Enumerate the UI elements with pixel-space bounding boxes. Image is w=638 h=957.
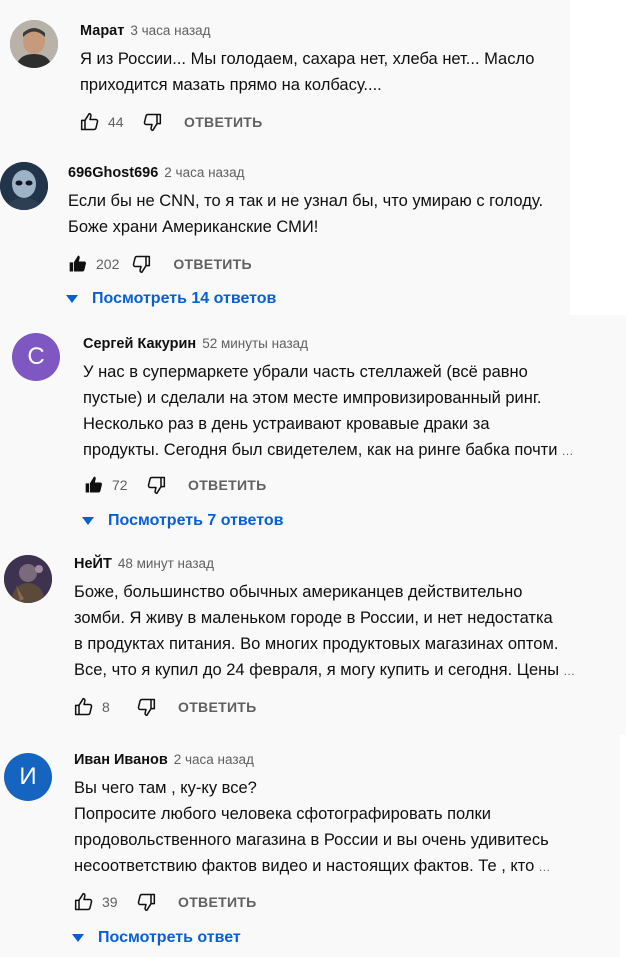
comment-timestamp[interactable]: 2 часа назад <box>164 165 244 180</box>
comment-author[interactable]: Сергей Какурин <box>83 336 196 352</box>
thumbs-up-icon <box>74 697 93 716</box>
avatar-letter: И <box>19 763 37 790</box>
dislike-button[interactable] <box>134 695 158 719</box>
comment-text-line: Попросите любого человека сфотографирова… <box>74 805 491 823</box>
avatar[interactable] <box>4 555 52 603</box>
like-button[interactable] <box>72 890 96 914</box>
comment-text-line: У нас в супермаркете убрали часть стелла… <box>83 363 528 381</box>
dislike-button[interactable] <box>129 252 153 276</box>
caret-down-icon <box>72 934 84 942</box>
thumbs-up-icon <box>80 112 99 131</box>
reply-button[interactable]: ОТВЕТИТЬ <box>173 256 252 272</box>
view-replies-label: Посмотреть ответ <box>98 929 241 946</box>
comment-text-line: в продуктах питания. Во многих продуктов… <box>74 635 559 653</box>
comment-text: У нас в супермаркете убрали часть стелла… <box>83 359 618 463</box>
read-more-ellipsis[interactable]: … <box>561 444 573 458</box>
avatar[interactable]: И <box>4 753 52 801</box>
comment-text-line: Боже храни Американские СМИ! <box>68 218 319 236</box>
comment-text-fragment: Все, что я купил до 24 февраля, я могу к… <box>74 661 560 679</box>
reply-button[interactable]: ОТВЕТИТЬ <box>178 699 257 715</box>
comment-author[interactable]: Иван Иванов <box>74 752 168 768</box>
avatar[interactable] <box>10 20 58 68</box>
comment-text: Боже, большинство обычных американцев де… <box>74 579 619 683</box>
like-button[interactable] <box>66 252 90 276</box>
avatar[interactable]: С <box>12 333 60 381</box>
comment-text-line: зомби. Я живу в маленьком городе в Росси… <box>74 609 553 627</box>
read-more-ellipsis[interactable]: … <box>563 664 575 678</box>
comment-text-line: Вы чего там , ку-ку все? <box>74 779 257 797</box>
comment-text-line: продовольственного магазина в России и в… <box>74 831 549 849</box>
comment-text-fragment: несоответствию фактов видео и настоящих … <box>74 857 535 875</box>
comment-actions: 8 ОТВЕТИТЬ <box>72 695 257 719</box>
comment-text-line: приходится мазать прямо на колбасу.... <box>80 76 382 94</box>
like-count: 8 <box>102 699 110 715</box>
reply-button[interactable]: ОТВЕТИТЬ <box>188 477 267 493</box>
view-replies-button[interactable]: Посмотреть ответ <box>72 929 241 947</box>
comment-text-line: Все, что я купил до 24 февраля, я могу к… <box>74 657 619 683</box>
comment-timestamp[interactable]: 52 минуты назад <box>202 336 308 351</box>
comment-text: Я из России... Мы голодаем, сахара нет, … <box>80 46 570 98</box>
comment-text-line: пустые) и сделали на этом месте импровиз… <box>83 389 542 407</box>
comment-text-line: Я из России... Мы голодаем, сахара нет, … <box>80 50 535 68</box>
thumbs-down-icon <box>133 255 151 274</box>
read-more-ellipsis[interactable]: … <box>538 860 550 874</box>
caret-down-icon <box>66 295 78 303</box>
comment-author[interactable]: 696Ghost696 <box>68 165 158 181</box>
like-button[interactable] <box>78 110 102 134</box>
view-replies-button[interactable]: Посмотреть 14 ответов <box>66 290 276 308</box>
avatar-letter: С <box>27 343 45 370</box>
thumbs-down-icon <box>137 698 156 717</box>
like-count: 39 <box>102 894 118 910</box>
like-count: 202 <box>96 256 120 272</box>
comment-actions: 44 ОТВЕТИТЬ <box>78 110 263 134</box>
comment-actions: 202 ОТВЕТИТЬ <box>66 252 252 276</box>
comment-text: Вы чего там , ку-ку все? Попросите любог… <box>74 775 614 879</box>
reply-button[interactable]: ОТВЕТИТЬ <box>184 114 263 130</box>
comment-actions: 39 ОТВЕТИТЬ <box>72 890 257 914</box>
thumbs-up-filled-icon <box>85 476 102 493</box>
comment: НеЙТ 48 минут назад Боже, большинство обы… <box>0 545 626 735</box>
dislike-button[interactable] <box>134 890 158 914</box>
comment: С Сергей Какурин 52 минуты назад У нас в … <box>0 315 626 545</box>
thumbs-up-icon <box>74 892 93 911</box>
caret-down-icon <box>82 517 94 525</box>
like-button[interactable] <box>72 695 96 719</box>
comment: 696Ghost696 2 часа назад Если бы не CNN, … <box>0 150 570 315</box>
comment-author[interactable]: Марат <box>80 23 124 39</box>
comment-text-line: Если бы не CNN, то я так и не узнал бы, … <box>68 192 544 210</box>
reply-button[interactable]: ОТВЕТИТЬ <box>178 894 257 910</box>
comment-text-line: несоответствию фактов видео и настоящих … <box>74 853 614 879</box>
comment-text-line: Несколько раз в день устраивают кровавые… <box>83 415 490 433</box>
view-replies-label: Посмотреть 7 ответов <box>108 512 284 529</box>
comment-text-fragment: продукты. Сегодня был свидетелем, как на… <box>83 441 558 459</box>
like-button[interactable] <box>82 473 106 497</box>
view-replies-label: Посмотреть 14 ответов <box>92 290 277 307</box>
dislike-button[interactable] <box>144 473 168 497</box>
comment-author[interactable]: НеЙТ <box>74 556 112 572</box>
comment-timestamp[interactable]: 48 минут назад <box>118 556 214 571</box>
avatar[interactable] <box>0 162 48 210</box>
like-count: 72 <box>112 477 128 493</box>
thumbs-down-icon <box>137 893 156 912</box>
thumbs-down-icon <box>143 113 162 132</box>
view-replies-button[interactable]: Посмотреть 7 ответов <box>82 512 283 530</box>
comment-actions: 72 ОТВЕТИТЬ <box>82 473 267 497</box>
thumbs-down-icon <box>147 476 166 495</box>
comment-timestamp[interactable]: 2 часа назад <box>174 752 254 767</box>
comment-text-line: Боже, большинство обычных американцев де… <box>74 583 523 601</box>
comment: И Иван Иванов 2 часа назад Вы чего там , … <box>0 735 620 957</box>
dislike-button[interactable] <box>140 110 164 134</box>
comment-timestamp[interactable]: 3 часа назад <box>130 23 210 38</box>
comment: Марат 3 часа назад Я из России... Мы голо… <box>0 0 570 150</box>
thumbs-up-filled-icon <box>69 255 86 272</box>
comment-text: Если бы не CNN, то я так и не узнал бы, … <box>68 188 568 240</box>
comment-text-line: продукты. Сегодня был свидетелем, как на… <box>83 437 618 463</box>
like-count: 44 <box>108 114 124 130</box>
